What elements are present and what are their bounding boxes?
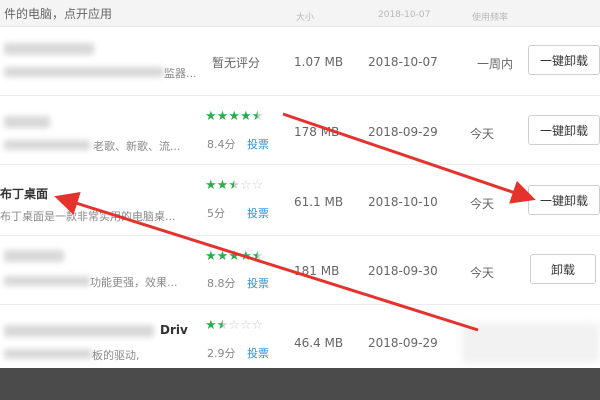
app-uninstall-window: 件的电脑，点开应用 大小 2018-10-07 使用频率 监器... 暂无评分 … [0, 0, 600, 368]
arrow-to-app-name [54, 191, 479, 332]
annotation-arrows [54, 112, 536, 332]
bottom-bar [0, 368, 600, 400]
arrow-to-uninstall-button [282, 112, 536, 204]
